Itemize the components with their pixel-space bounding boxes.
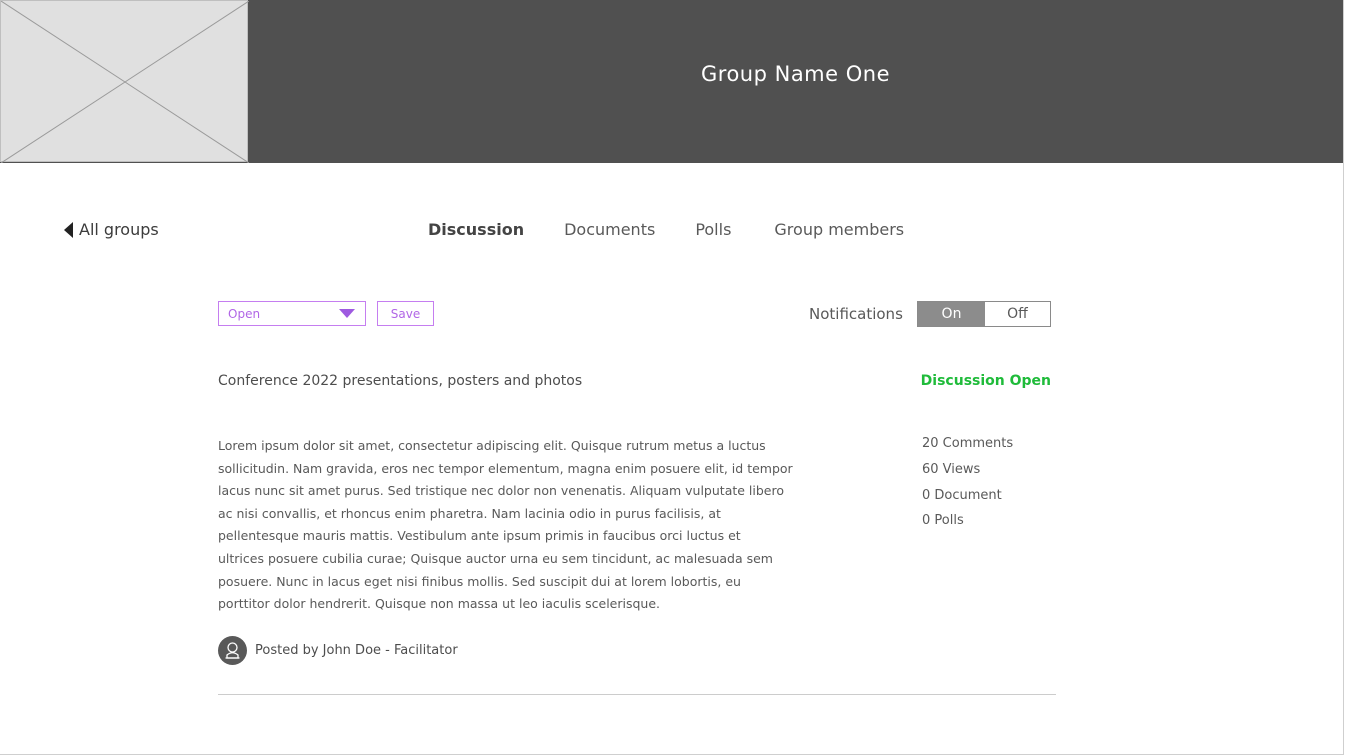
body-line: ultrices posuere cubilia curae; Quisque …: [218, 550, 773, 566]
back-link-label: All groups: [79, 220, 159, 239]
status-select-value: Open: [228, 306, 261, 321]
notifications-on-button[interactable]: On: [918, 302, 985, 326]
body-line: lacus nunc sit amet purus. Sed tristique…: [218, 483, 784, 499]
body-line: posuere. Nunc in lacus eget nisi finibus…: [218, 573, 741, 589]
group-title: Group Name One: [701, 62, 890, 86]
tab-discussion[interactable]: Discussion: [428, 220, 524, 239]
body-line: ac nisi convallis, et rhoncus enim phare…: [218, 505, 721, 521]
group-header: Group Name One: [0, 0, 1343, 163]
notifications-label: Notifications: [809, 305, 903, 323]
discussion-status: Discussion Open: [920, 373, 1051, 389]
polls-count: 0 Polls: [922, 513, 964, 529]
image-placeholder-icon: [0, 0, 249, 163]
posted-by-label: Posted by John Doe - Facilitator: [255, 643, 458, 658]
divider: [218, 694, 1056, 695]
discussion-body: Lorem ipsum dolor sit amet, consectetur …: [218, 435, 858, 616]
tab-polls[interactable]: Polls: [695, 220, 731, 239]
documents-count: 0 Document: [922, 487, 1002, 503]
notifications-toggle: On Off: [917, 301, 1051, 327]
group-tabs: Discussion Documents Polls Group members: [428, 220, 944, 239]
save-button[interactable]: Save: [377, 301, 434, 326]
back-arrow-icon: [64, 221, 73, 238]
discussion-status-select[interactable]: Open: [218, 301, 366, 326]
discussion-title[interactable]: Conference 2022 presentations, posters a…: [218, 373, 582, 389]
back-to-all-groups-link[interactable]: All groups: [64, 220, 159, 239]
tab-documents[interactable]: Documents: [564, 220, 655, 239]
views-count: 60 Views: [922, 461, 981, 477]
user-avatar-icon: [218, 636, 247, 665]
comments-count: 20 Comments: [922, 436, 1014, 451]
body-line: pellentesque mauris mattis. Vestibulum a…: [218, 528, 741, 544]
body-line: sollicitudin. Nam gravida, eros nec temp…: [218, 460, 793, 476]
discussion-stats: 20 Comments 60 Views 0 Document 0 Polls: [922, 436, 1013, 539]
body-line: Lorem ipsum dolor sit amet, consectetur …: [218, 438, 766, 453]
body-line: porttitor dolor hendrerit. Quisque non m…: [218, 596, 661, 612]
notifications-off-button[interactable]: Off: [985, 302, 1050, 326]
posted-by: Posted by John Doe - Facilitator: [218, 636, 458, 665]
dropdown-caret-icon: [339, 309, 355, 318]
tab-group-members[interactable]: Group members: [774, 220, 904, 239]
